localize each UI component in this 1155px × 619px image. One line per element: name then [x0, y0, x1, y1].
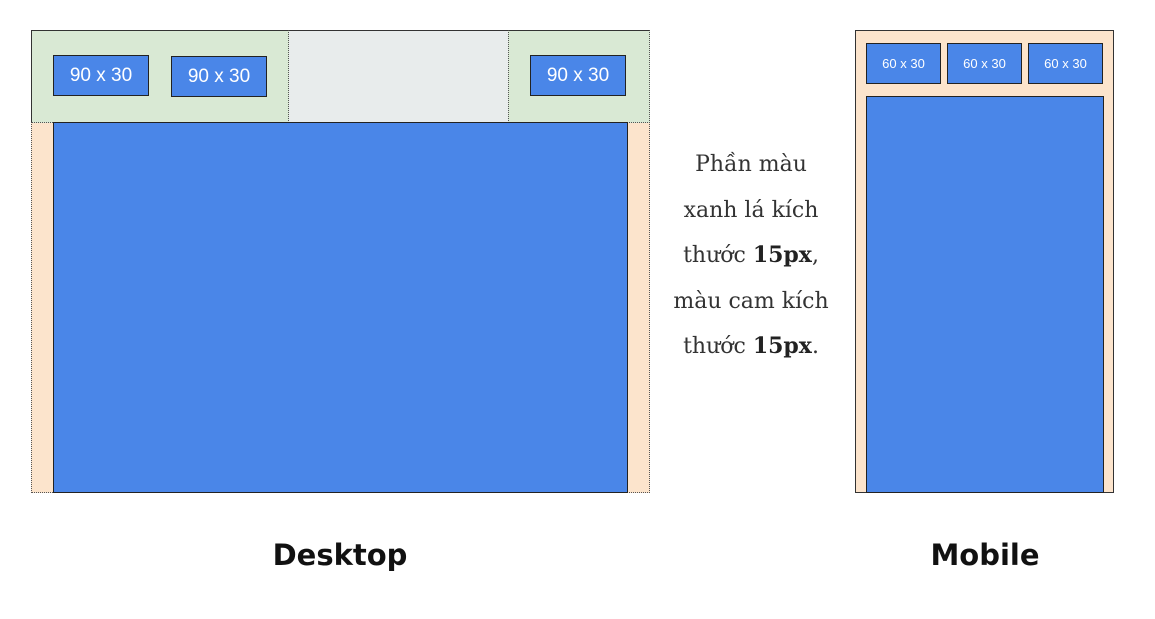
desktop-button-3: 90 x 30: [530, 55, 626, 96]
note-line-5-suffix: .: [811, 334, 819, 359]
desktop-diagram: 90 x 30 90 x 30 90 x 30: [31, 30, 650, 493]
note-line-4: màu cam kích: [673, 288, 829, 314]
mobile-button-2: 60 x 30: [947, 43, 1022, 84]
desktop-main-content-block: [53, 122, 628, 493]
desktop-orange-margin-left: [31, 122, 53, 493]
desktop-gray-area: [289, 30, 508, 123]
mobile-button-1: 60 x 30: [866, 43, 941, 84]
mobile-main-content-block: [866, 96, 1104, 493]
note-line-3-suffix: ,: [811, 243, 819, 268]
note-line-3-value: 15px: [752, 242, 812, 268]
mobile-diagram: 60 x 30 60 x 30 60 x 30: [855, 30, 1114, 493]
note-line-3-prefix: thước: [683, 243, 753, 268]
note-line-2: xanh lá kích: [683, 197, 819, 223]
desktop-caption: Desktop: [272, 538, 408, 572]
note-line-3: thước 15px,: [660, 233, 842, 279]
note-line-1: Phần màu: [695, 152, 807, 177]
desktop-button-2: 90 x 30: [171, 56, 267, 97]
mobile-caption: Mobile: [930, 538, 1040, 572]
desktop-orange-margin-right: [627, 122, 650, 493]
mobile-button-3: 60 x 30: [1028, 43, 1103, 84]
desktop-button-1: 90 x 30: [53, 55, 149, 96]
note-line-5-prefix: thước: [683, 334, 753, 359]
size-note: Phần màu xanh lá kích thước 15px, màu ca…: [660, 142, 842, 370]
note-line-5: thước 15px.: [660, 324, 842, 370]
note-line-5-value: 15px: [752, 333, 812, 359]
